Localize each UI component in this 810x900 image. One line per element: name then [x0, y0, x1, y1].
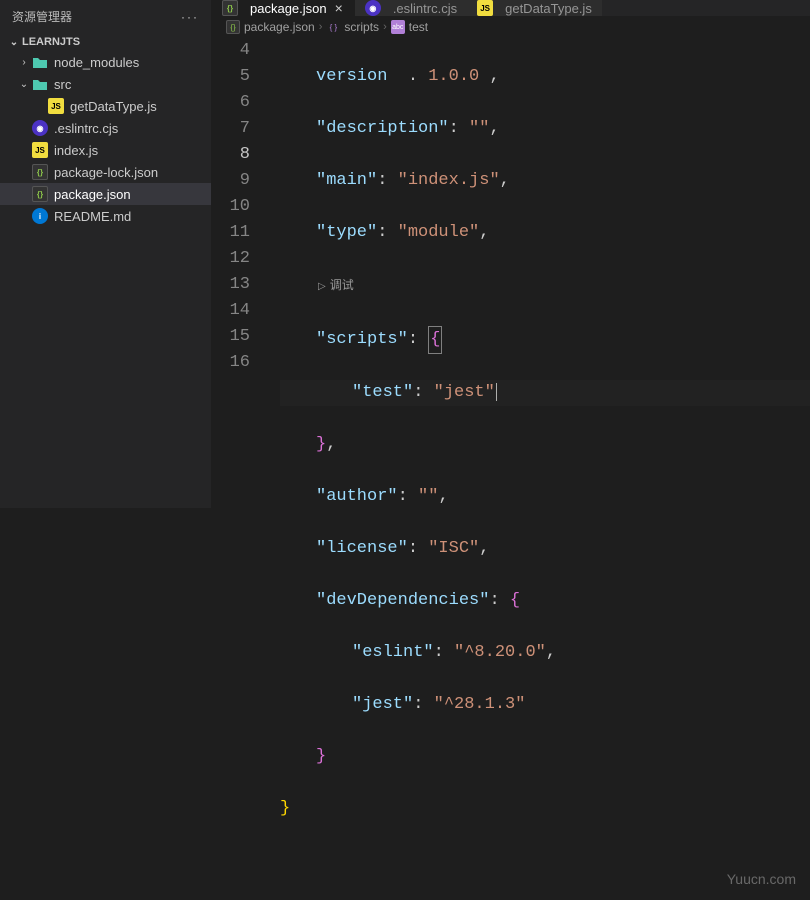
folder-root[interactable]: ⌄ LEARNJTS — [0, 33, 211, 51]
line-number: 5 — [212, 64, 250, 90]
folder-icon — [32, 77, 48, 91]
info-icon: i — [32, 208, 48, 224]
tree-label: src — [54, 77, 71, 92]
line-number: 8 — [212, 142, 250, 168]
json-icon: {} — [32, 186, 48, 202]
code-editor[interactable]: 45678910111213141516 version . 1.0.0 , "… — [212, 38, 810, 900]
breadcrumb-leaf[interactable]: test — [409, 20, 428, 34]
json-value: "jest" — [434, 383, 495, 402]
chevron-right-icon: › — [319, 21, 323, 33]
tree-label: index.js — [54, 143, 98, 158]
text-cursor — [496, 383, 497, 401]
root-label: LEARNJTS — [22, 36, 80, 48]
json-value: "^28.1.3" — [434, 695, 526, 714]
tree-label: node_modules — [54, 55, 139, 70]
json-key: "description" — [316, 119, 449, 138]
play-icon[interactable]: ▷ — [318, 281, 326, 292]
line-number: 16 — [212, 350, 250, 376]
json-value: "ISC" — [428, 539, 479, 558]
json-icon: {} — [32, 164, 48, 180]
json-key: "type" — [316, 223, 377, 242]
tree-file[interactable]: JS getDataType.js — [0, 95, 211, 117]
json-key: "main" — [316, 171, 377, 190]
explorer-sidebar: 资源管理器 ··· ⌄ LEARNJTS › node_modules ⌄ src JS… — [0, 0, 212, 508]
tree-folder[interactable]: › node_modules — [0, 51, 211, 73]
chevron-right-icon: › — [383, 21, 387, 33]
line-number: 14 — [212, 298, 250, 324]
line-gutter: 45678910111213141516 — [212, 38, 272, 900]
json-value: "" — [418, 487, 438, 506]
code-content[interactable]: version . 1.0.0 , "description": "", "ma… — [272, 38, 810, 900]
abc-icon: abc — [391, 20, 405, 34]
tree-label: getDataType.js — [70, 99, 157, 114]
line-number: 6 — [212, 90, 250, 116]
json-key: "jest" — [352, 695, 413, 714]
chevron-icon: › — [18, 57, 30, 68]
watermark: Yuucn.com — [727, 866, 796, 892]
json-value: "module" — [398, 223, 480, 242]
tree-file[interactable]: {} package.json — [0, 183, 211, 205]
breadcrumb-section[interactable]: scripts — [344, 20, 379, 34]
tab-label: package.json — [250, 1, 327, 16]
sidebar-more-icon[interactable]: ··· — [181, 10, 199, 24]
file-tree: › node_modules ⌄ src JS getDataType.js ◉ .eslin… — [0, 51, 211, 227]
close-icon[interactable]: × — [333, 0, 345, 16]
json-key: "eslint" — [352, 643, 434, 662]
tree-label: .eslintrc.cjs — [54, 121, 118, 136]
folder-icon — [32, 55, 48, 69]
tree-label: README.md — [54, 209, 131, 224]
editor-tab[interactable]: {} package.json × — [212, 0, 355, 16]
chevron-down-icon: ⌄ — [8, 37, 20, 48]
tab-bar: {} package.json × ◉ .eslintrc.cjs JS getDataTy… — [212, 0, 810, 16]
chevron-icon: ⌄ — [18, 79, 30, 90]
sidebar-title: 资源管理器 — [12, 8, 72, 25]
eslint-icon: ◉ — [32, 120, 48, 136]
tree-folder[interactable]: ⌄ src — [0, 73, 211, 95]
json-key: "license" — [316, 539, 408, 558]
editor-area: {} package.json × ◉ .eslintrc.cjs JS getDataTy… — [212, 0, 810, 508]
json-value: "" — [469, 119, 489, 138]
json-key: "author" — [316, 487, 398, 506]
json-key: "test" — [352, 383, 413, 402]
json-icon: {} — [222, 0, 238, 16]
sidebar-header: 资源管理器 ··· — [0, 0, 211, 33]
js-icon: JS — [48, 98, 64, 114]
tab-label: .eslintrc.cjs — [393, 1, 457, 16]
breadcrumb-file[interactable]: package.json — [244, 20, 315, 34]
braces-icon: { } — [326, 20, 340, 34]
editor-tab[interactable]: ◉ .eslintrc.cjs — [355, 0, 467, 16]
line-number: 7 — [212, 116, 250, 142]
tree-file[interactable]: {} package-lock.json — [0, 161, 211, 183]
tree-file[interactable]: JS index.js — [0, 139, 211, 161]
json-icon: {} — [226, 20, 240, 34]
breadcrumb[interactable]: {} package.json › { } scripts › abc test — [212, 16, 810, 38]
tree-file[interactable]: ◉ .eslintrc.cjs — [0, 117, 211, 139]
codelens-debug[interactable]: 调试 — [330, 278, 354, 292]
line-number: 15 — [212, 324, 250, 350]
json-value: "index.js" — [398, 171, 500, 190]
tab-label: getDataType.js — [505, 1, 592, 16]
line-number: 11 — [212, 220, 250, 246]
line-number: 10 — [212, 194, 250, 220]
json-key: "scripts" — [316, 330, 408, 349]
tree-label: package.json — [54, 187, 131, 202]
js-icon: JS — [477, 0, 493, 16]
js-icon: JS — [32, 142, 48, 158]
tree-file[interactable]: i README.md — [0, 205, 211, 227]
json-value: "^8.20.0" — [454, 643, 546, 662]
line-number: 4 — [212, 38, 250, 64]
line-number: 9 — [212, 168, 250, 194]
json-key: "devDependencies" — [316, 591, 489, 610]
eslint-icon: ◉ — [365, 0, 381, 16]
editor-tab[interactable]: JS getDataType.js — [467, 0, 602, 16]
line-number: 13 — [212, 272, 250, 298]
line-number: 12 — [212, 246, 250, 272]
tree-label: package-lock.json — [54, 165, 158, 180]
